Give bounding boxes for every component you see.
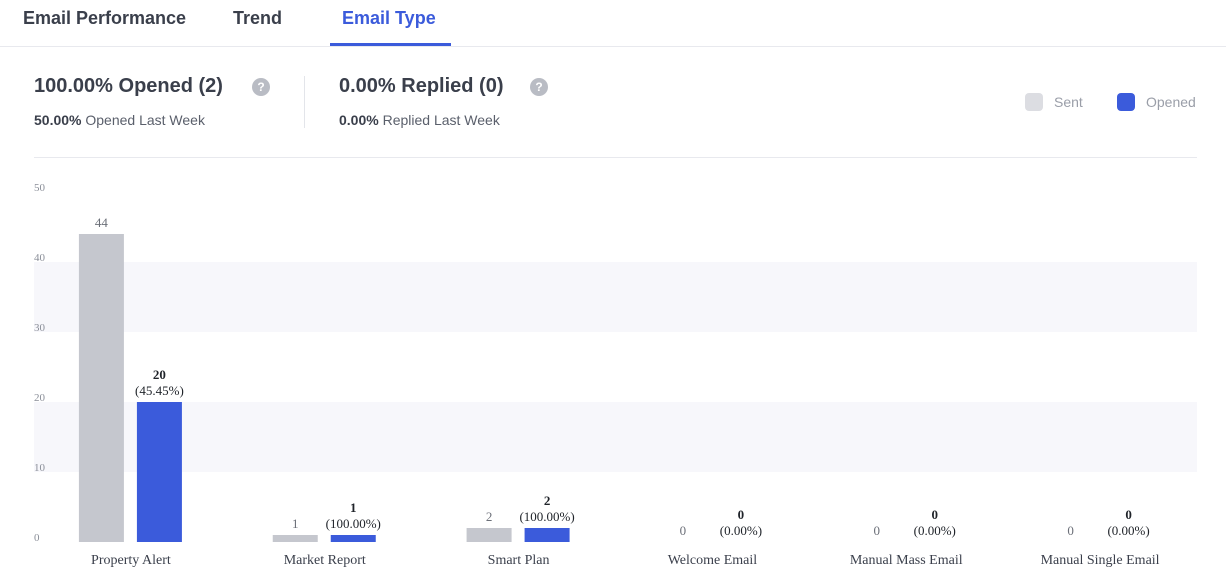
opened-value-label: 0: [738, 507, 745, 522]
opened-value-label: 20: [153, 367, 166, 382]
legend-sent[interactable]: Sent: [1025, 92, 1083, 112]
sent-value-label: 0: [680, 523, 687, 538]
tab-trend[interactable]: Trend: [233, 6, 282, 30]
legend-opened-swatch: [1117, 93, 1135, 111]
section-divider: [34, 157, 1197, 158]
y-tick-label: 40: [34, 252, 46, 264]
x-category-label: Smart Plan: [488, 553, 550, 568]
opened-last-week: 50.00% Opened Last Week: [34, 112, 205, 128]
tab-bar: Email Performance Trend Email Type: [0, 0, 1226, 47]
replied-last-week-value: 0.00%: [339, 112, 379, 128]
x-category-label: Property Alert: [91, 553, 171, 568]
sent-value-label: 0: [874, 523, 881, 538]
opened-percent-label: (45.45%): [135, 383, 184, 398]
opened-value-label: 0: [932, 507, 939, 522]
opened-bar: [330, 535, 376, 542]
y-tick-label: 30: [34, 322, 46, 334]
opened-bar: [524, 528, 570, 542]
replied-last-week-label: Replied Last Week: [382, 112, 500, 128]
replied-last-week: 0.00% Replied Last Week: [339, 112, 500, 128]
x-category-label: Manual Single Email: [1041, 553, 1160, 568]
opened-value-label: 2: [544, 493, 551, 508]
opened-value-label: 0: [1125, 507, 1132, 522]
opened-stat: 100.00% Opened (2): [34, 75, 223, 97]
opened-percent-label: (100.00%): [519, 509, 574, 524]
legend-sent-swatch: [1025, 93, 1043, 111]
opened-last-week-value: 50.00%: [34, 112, 82, 128]
sent-value-label: 2: [486, 509, 493, 524]
opened-last-week-label: Opened Last Week: [85, 112, 205, 128]
sent-bar: [466, 528, 512, 542]
grid-band: [34, 402, 1197, 472]
tab-email-type[interactable]: Email Type: [342, 6, 436, 30]
x-category-label: Welcome Email: [668, 553, 758, 568]
sent-bar: [272, 535, 318, 542]
x-category-label: Market Report: [284, 553, 366, 568]
y-tick-label: 10: [34, 462, 46, 474]
opened-bar: [136, 402, 182, 542]
opened-percent-label: (0.00%): [1107, 523, 1149, 538]
sent-value-label: 0: [1067, 523, 1074, 538]
email-type-bar-chart: 010203040504420(45.45%)Property Alert11(…: [34, 182, 1197, 568]
stats-divider: [304, 76, 305, 128]
active-tab-indicator: [330, 43, 451, 46]
tab-email-performance[interactable]: Email Performance: [23, 6, 186, 30]
opened-percent-label: (0.00%): [914, 523, 956, 538]
y-tick-label: 50: [34, 182, 46, 194]
legend-sent-label: Sent: [1054, 94, 1083, 110]
y-tick-label: 0: [34, 532, 40, 544]
replied-stat: 0.00% Replied (0): [339, 75, 504, 97]
sent-value-label: 44: [95, 215, 109, 230]
opened-percent-label: (0.00%): [720, 523, 762, 538]
sent-value-label: 1: [292, 516, 299, 531]
replied-help-icon[interactable]: ?: [530, 78, 548, 96]
opened-percent-label: (100.00%): [326, 516, 381, 531]
opened-value-label: 1: [350, 500, 357, 515]
opened-help-icon[interactable]: ?: [252, 78, 270, 96]
legend-opened[interactable]: Opened: [1117, 92, 1196, 112]
legend-opened-label: Opened: [1146, 94, 1196, 110]
grid-band: [34, 262, 1197, 332]
y-tick-label: 20: [34, 392, 46, 404]
x-category-label: Manual Mass Email: [850, 553, 963, 568]
sent-bar: [78, 234, 124, 542]
